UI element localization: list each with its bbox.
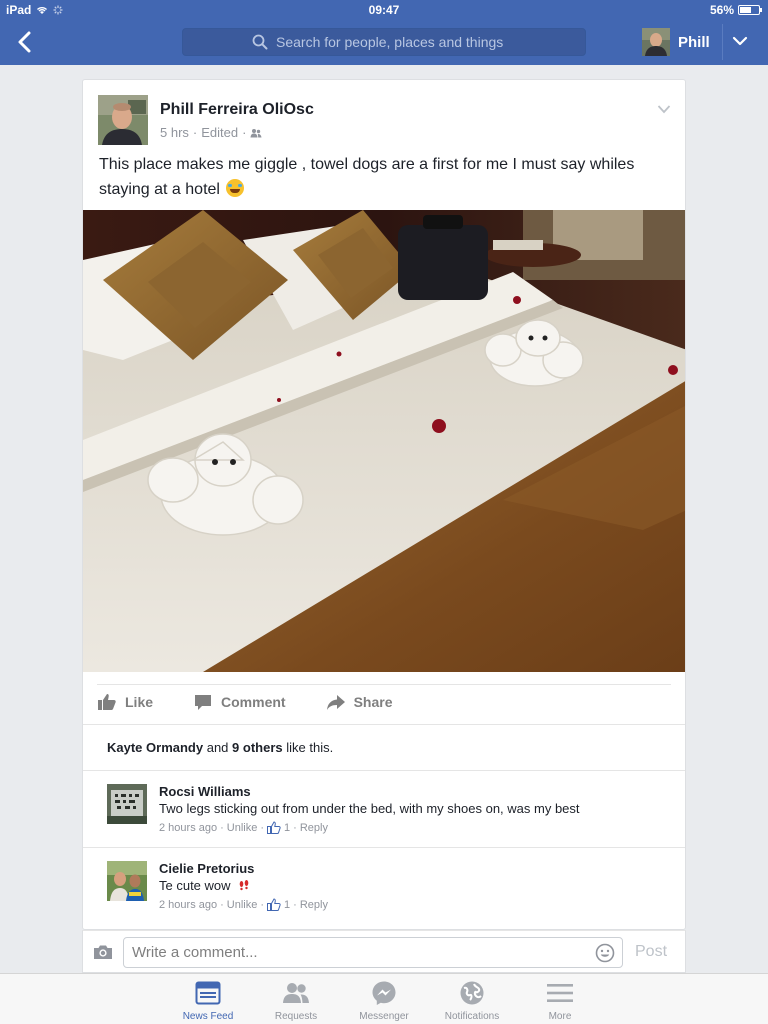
- chevron-down-icon[interactable]: [732, 34, 748, 48]
- likes-summary[interactable]: Kayte Ormandy and 9 others like this.: [107, 740, 333, 755]
- commenter-name[interactable]: Rocsi Williams: [159, 784, 251, 799]
- comment-composer: Post: [82, 930, 686, 973]
- like-count-icon: [267, 898, 281, 911]
- post-text: This place makes me giggle , towel dogs …: [99, 152, 679, 202]
- likes-and: and: [206, 740, 229, 755]
- divider: [83, 847, 685, 848]
- battery-icon: [738, 5, 762, 15]
- comment-time[interactable]: 2 hours ago: [159, 899, 217, 911]
- meta-separator: ·: [192, 125, 198, 140]
- comment-icon: [195, 695, 212, 710]
- comment-text: Te cute wow: [159, 878, 250, 893]
- top-bar: iPad 09:47 56% Search for people, places…: [0, 0, 768, 65]
- footprints-icon: [239, 880, 249, 891]
- post-comment-button[interactable]: Post: [635, 943, 667, 961]
- post-photo[interactable]: [83, 210, 686, 672]
- meta-separator: ·: [293, 822, 297, 834]
- tab-label: Messenger: [359, 1011, 409, 1022]
- meta-separator: ·: [220, 899, 224, 911]
- battery-percent: 56%: [709, 3, 734, 17]
- likes-others[interactable]: 9 others: [232, 740, 283, 755]
- status-bar-right: 56%: [709, 3, 762, 17]
- meta-separator: ·: [293, 899, 297, 911]
- share-icon: [326, 695, 345, 710]
- tab-notifications[interactable]: Notifications: [437, 979, 507, 1022]
- comment-body: Te cute wow: [159, 878, 231, 893]
- tab-requests[interactable]: Requests: [261, 979, 331, 1022]
- profile-button[interactable]: Phill: [642, 28, 710, 56]
- comment-meta: 2 hours ago · Unlike · 1 · Reply: [159, 898, 328, 912]
- unlike-link[interactable]: Unlike: [227, 822, 258, 834]
- back-arrow-icon[interactable]: [14, 30, 36, 54]
- comment-text: Two legs sticking out from under the bed…: [159, 801, 580, 816]
- post-card: Phill Ferreira OliOsc 5 hrs · Edited · T…: [82, 79, 686, 930]
- commenter-name[interactable]: Cielie Pretorius: [159, 861, 254, 876]
- comment-like-count[interactable]: 1: [284, 899, 290, 911]
- reply-link[interactable]: Reply: [300, 822, 328, 834]
- avatar: [642, 28, 670, 56]
- share-button[interactable]: Share: [326, 692, 393, 712]
- post-author[interactable]: Phill Ferreira OliOsc: [160, 101, 314, 119]
- meta-separator: ·: [260, 822, 265, 834]
- tab-label: News Feed: [182, 1011, 234, 1022]
- comment: Rocsi Williams Two legs sticking out fro…: [107, 784, 667, 844]
- tab-news-feed[interactable]: News Feed: [173, 979, 243, 1022]
- search-bar[interactable]: [182, 28, 586, 56]
- camera-icon[interactable]: [93, 943, 113, 961]
- laughing-emoji-icon: [226, 179, 245, 197]
- comment-time[interactable]: 2 hours ago: [159, 822, 217, 834]
- comment-like-count[interactable]: 1: [284, 822, 290, 834]
- liker-name[interactable]: Kayte Ormandy: [107, 740, 203, 755]
- divider: [83, 724, 685, 725]
- like-label: Like: [125, 694, 154, 710]
- commenter-avatar[interactable]: [107, 861, 147, 901]
- comment: Cielie Pretorius Te cute wow 2 hours ago…: [107, 861, 667, 921]
- meta-separator: ·: [242, 125, 247, 140]
- tab-label: Notifications: [444, 1011, 500, 1022]
- post-edited[interactable]: Edited: [201, 125, 238, 140]
- post-time[interactable]: 5 hrs: [160, 125, 189, 140]
- status-time: 09:47: [368, 3, 400, 17]
- reply-link[interactable]: Reply: [300, 899, 328, 911]
- notifications-icon: [460, 981, 484, 1005]
- friends-audience-icon[interactable]: [250, 128, 262, 138]
- divider: [722, 24, 723, 60]
- commenter-avatar[interactable]: [107, 784, 147, 824]
- post-meta: 5 hrs · Edited ·: [160, 125, 262, 140]
- meta-separator: ·: [260, 899, 265, 911]
- post-options-chevron-icon[interactable]: [657, 104, 671, 114]
- tab-label: Requests: [274, 1011, 318, 1022]
- bottom-tab-bar: News Feed Requests Messenger Notificatio…: [0, 973, 768, 1024]
- tab-more[interactable]: More: [525, 979, 595, 1022]
- messenger-icon: [372, 981, 396, 1005]
- profile-name: Phill: [678, 33, 710, 51]
- comment-meta: 2 hours ago · Unlike · 1 · Reply: [159, 821, 328, 835]
- search-input[interactable]: [276, 34, 516, 50]
- like-count-icon: [267, 821, 281, 834]
- likes-suffix: like this.: [286, 740, 334, 755]
- divider: [83, 770, 685, 771]
- unlike-link[interactable]: Unlike: [227, 899, 258, 911]
- comment-label: Comment: [221, 694, 286, 710]
- news-feed-icon: [195, 981, 221, 1005]
- author-avatar[interactable]: [98, 95, 148, 145]
- divider: [97, 684, 671, 685]
- more-icon: [547, 984, 573, 1002]
- tab-messenger[interactable]: Messenger: [349, 979, 419, 1022]
- meta-separator: ·: [220, 822, 224, 834]
- search-icon: [252, 34, 268, 50]
- share-label: Share: [353, 694, 393, 710]
- thumbs-up-icon: [98, 694, 116, 710]
- requests-icon: [283, 983, 309, 1003]
- comment-input[interactable]: [123, 937, 623, 968]
- emoji-icon[interactable]: [595, 943, 615, 963]
- like-button[interactable]: Like: [97, 692, 153, 712]
- post-actions: Like Comment Share: [97, 692, 393, 712]
- tab-label: More: [548, 1011, 572, 1022]
- comment-button[interactable]: Comment: [193, 692, 286, 712]
- post-body: This place makes me giggle , towel dogs …: [99, 156, 635, 198]
